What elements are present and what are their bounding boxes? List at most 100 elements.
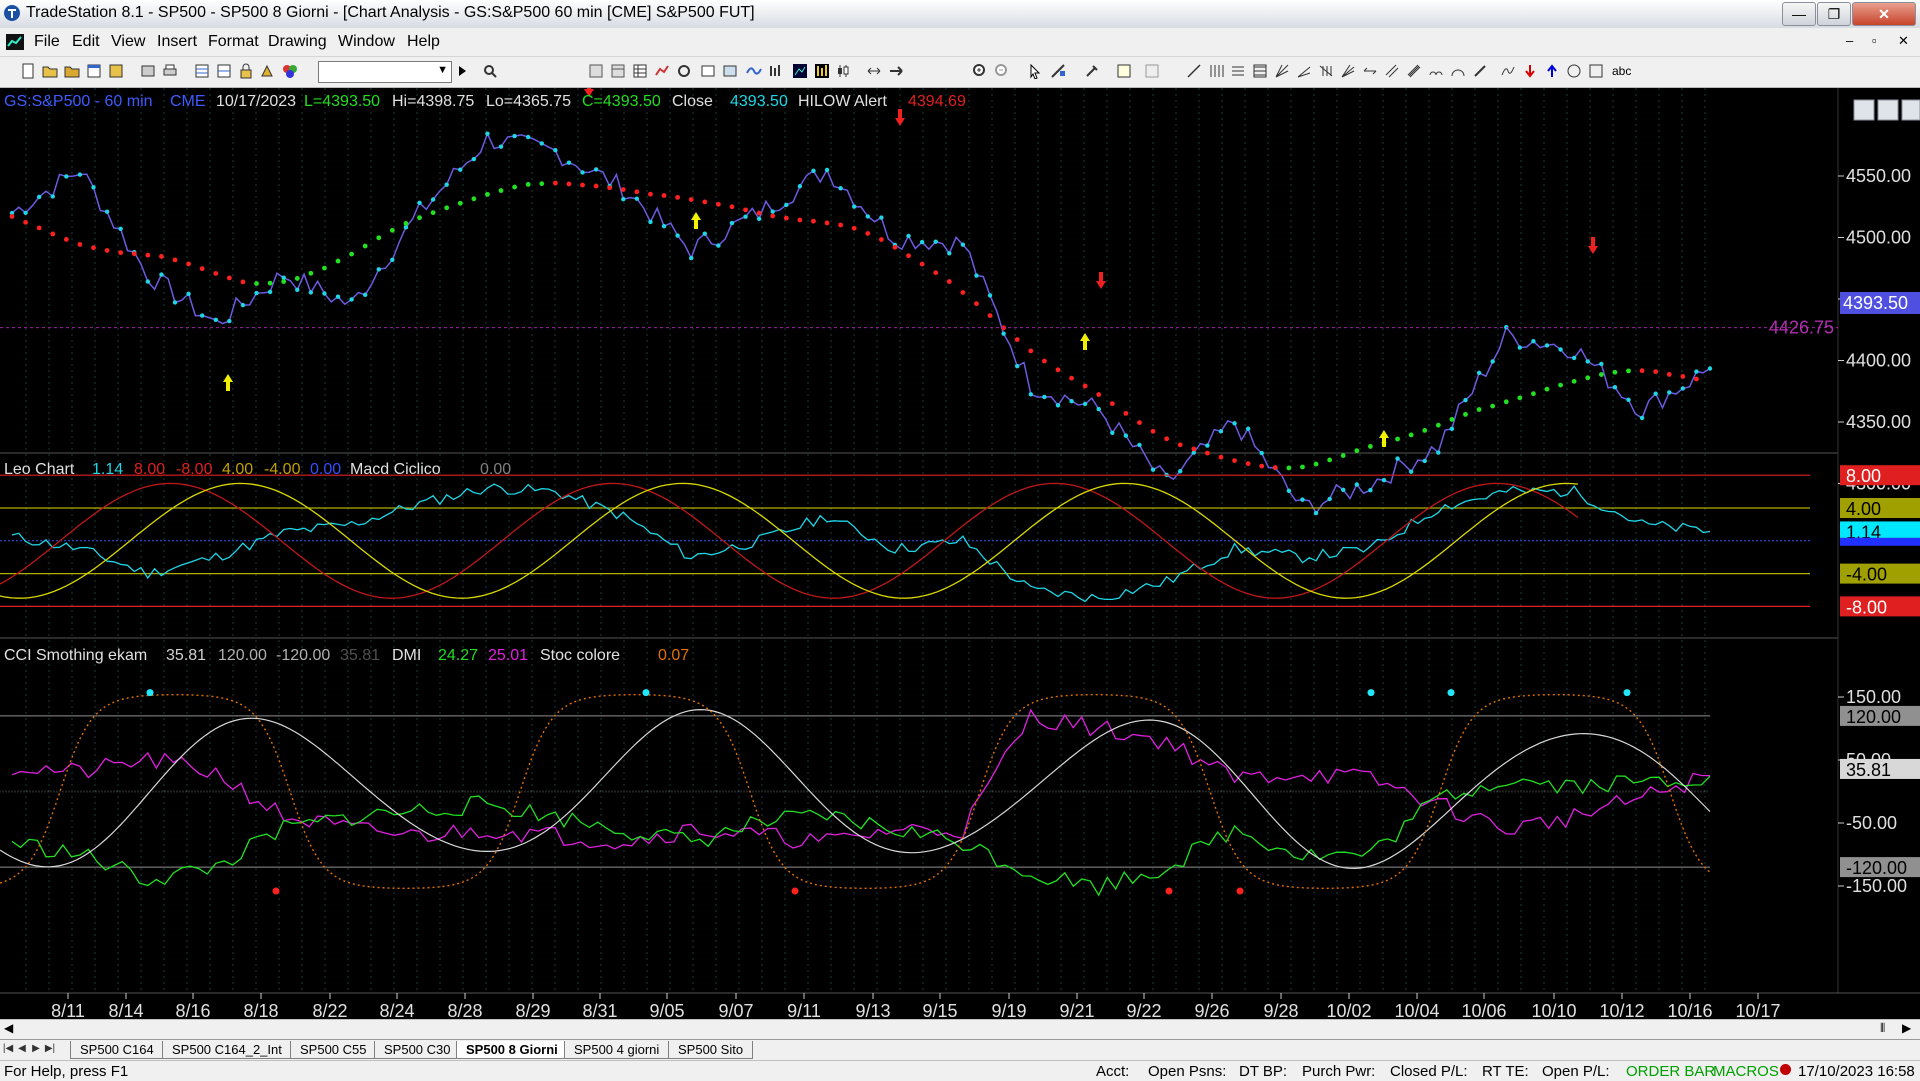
pointer-icon[interactable] [1028, 63, 1044, 79]
tab-sp500-c30[interactable]: SP500 C30 [374, 1041, 461, 1059]
tab-sp500-sito[interactable]: SP500 Sito [668, 1041, 754, 1059]
arrow-up-icon[interactable] [1544, 63, 1560, 79]
chart-document-icon[interactable] [6, 34, 24, 50]
gann-fan-icon[interactable] [1274, 63, 1290, 79]
tab-sp500-c164[interactable]: SP500 C164 [70, 1041, 164, 1059]
regression-channel-icon[interactable] [1406, 63, 1422, 79]
menu-format[interactable]: Format [208, 33, 259, 51]
close-button[interactable]: ✕ [1852, 2, 1916, 26]
menu-window[interactable]: Window [338, 33, 395, 51]
horizontal-lines-icon[interactable] [1230, 63, 1246, 79]
stoc-bottom-marker [1165, 887, 1173, 895]
menu-edit[interactable]: Edit [72, 33, 100, 51]
channel-icon[interactable] [1252, 63, 1268, 79]
tab-next-icon[interactable]: ▶ [30, 1041, 42, 1057]
bar-chart-icon[interactable] [768, 63, 784, 79]
print-preview-icon[interactable] [140, 63, 156, 79]
save-icon[interactable] [108, 63, 124, 79]
candles-icon[interactable] [836, 63, 852, 79]
menu-help[interactable]: Help [407, 33, 440, 51]
order-bar-indicator[interactable]: ORDER BAR [1626, 1063, 1715, 1080]
fibonacci-icon[interactable] [1318, 63, 1334, 79]
refresh-icon[interactable] [676, 63, 692, 79]
cascade-icon[interactable] [194, 63, 210, 79]
strategy-icon[interactable] [722, 63, 738, 79]
tile-icon[interactable] [216, 63, 232, 79]
buy-arrow-icon [1080, 333, 1090, 350]
format-window-icon[interactable] [610, 63, 626, 79]
scroll-left-icon[interactable]: ◀ [4, 1021, 13, 1035]
tab-sp500-8-giorni[interactable]: SP500 8 Giorni [456, 1041, 568, 1059]
tools-icon[interactable] [1084, 63, 1100, 79]
mdi-close-button[interactable]: ✕ [1898, 33, 1909, 49]
tab-sp500-4-giorni[interactable]: SP500 4 giorni [564, 1041, 670, 1059]
mdi-minimize-button[interactable]: – [1846, 33, 1853, 48]
tab-sp500-c55[interactable]: SP500 C55 [290, 1041, 377, 1059]
menu-file[interactable]: File [34, 33, 60, 51]
menu-insert[interactable]: Insert [157, 33, 197, 51]
arrow-down-icon[interactable] [1522, 63, 1538, 79]
zoom-out-icon[interactable] [994, 63, 1010, 79]
tab-prev-icon[interactable]: ◀ [16, 1041, 28, 1057]
cci-legend-name: CCI Smothing ekam [4, 647, 147, 664]
chart-area[interactable]: 4426.754550.004500.004450.004400.004350.… [0, 80, 1920, 1021]
trendline-icon[interactable] [1186, 63, 1202, 79]
speed-lines-icon[interactable] [1296, 63, 1312, 79]
freehand-icon[interactable] [1500, 63, 1516, 79]
price-point [1137, 442, 1142, 448]
horizontal-scrollbar[interactable]: ◀ ⦀ ▶ [0, 1019, 1920, 1040]
x-axis-label: 9/28 [1263, 1001, 1298, 1020]
paint-bar-icon[interactable] [814, 63, 830, 79]
symbol-combo[interactable]: ▼ [318, 61, 452, 83]
scroll-right-icon[interactable]: ▶ [1902, 1021, 1911, 1035]
drawing-object-icon[interactable] [1050, 63, 1066, 79]
cycle-lines-icon[interactable] [1428, 63, 1444, 79]
new-window-icon[interactable] [86, 63, 102, 79]
x-axis-label: 9/26 [1194, 1001, 1229, 1020]
minimize-button[interactable]: — [1782, 2, 1816, 26]
macros-indicator[interactable]: MACROS [1713, 1063, 1779, 1080]
play-icon[interactable] [454, 63, 470, 79]
mdi-restore-button[interactable]: ▫ [1872, 33, 1877, 48]
parallel-lines-icon[interactable] [1384, 63, 1400, 79]
line-icon[interactable] [1362, 63, 1378, 79]
moving-average-point [77, 242, 83, 247]
rectangle-icon[interactable] [1588, 63, 1604, 79]
moving-average-point [1653, 369, 1659, 375]
tab-last-icon[interactable]: ▶| [44, 1041, 56, 1057]
menu-view[interactable]: View [111, 33, 145, 51]
tab-first-icon[interactable]: |◀ [2, 1041, 14, 1057]
indicator-icon[interactable] [746, 63, 762, 79]
new-icon[interactable] [20, 63, 36, 79]
menu-drawing[interactable]: Drawing [268, 33, 327, 51]
tab-sp500-c164-2-int[interactable]: SP500 C164_2_Int [162, 1041, 292, 1059]
open-folder-icon[interactable] [42, 63, 58, 79]
remove-drawing-icon[interactable] [1144, 63, 1160, 79]
insert-analysis-icon[interactable] [654, 63, 670, 79]
maximize-button[interactable]: ❐ [1817, 2, 1851, 26]
show-me-icon[interactable] [792, 63, 808, 79]
pencil-icon[interactable] [1472, 63, 1488, 79]
scroll-thumb-icon[interactable]: ⦀ [1880, 1021, 1885, 1036]
bar-spacing-icon[interactable] [866, 63, 882, 79]
colors-icon[interactable] [282, 63, 298, 79]
print-icon[interactable] [162, 63, 178, 79]
data-window-icon[interactable] [632, 63, 648, 79]
vertical-lines-icon[interactable] [1208, 63, 1224, 79]
scroll-icon[interactable] [888, 63, 904, 79]
zoom-in-icon[interactable] [972, 63, 988, 79]
text-tool-icon[interactable]: abc [1612, 64, 1631, 78]
open-workspace-icon[interactable] [64, 63, 80, 79]
moving-average-point [1137, 420, 1142, 425]
ellipse-icon[interactable] [1566, 63, 1582, 79]
format-drawing-icon[interactable] [1116, 63, 1132, 79]
andrews-pitchfork-icon[interactable] [1340, 63, 1356, 79]
color-palette-icon[interactable] [260, 63, 276, 79]
chevron-down-icon[interactable]: ▼ [437, 64, 448, 76]
moving-average-point [974, 301, 979, 307]
format-bars-icon[interactable] [588, 63, 604, 79]
arc-icon[interactable] [1450, 63, 1466, 79]
chart-settings-icon[interactable] [700, 63, 716, 79]
find-icon[interactable] [482, 63, 498, 79]
lock-icon[interactable] [238, 63, 254, 79]
